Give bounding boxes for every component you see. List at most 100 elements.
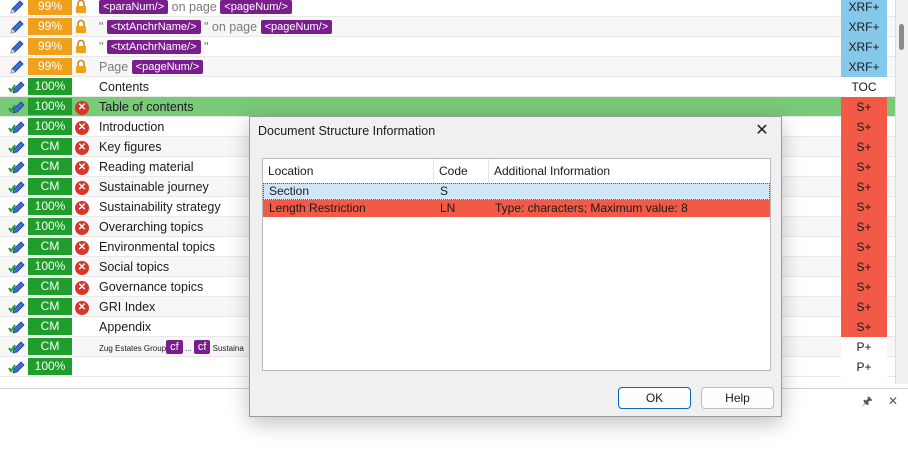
dialog-title: Document Structure Information: [258, 124, 436, 138]
match-percent-badge: CM: [28, 238, 72, 255]
source-text[interactable]: Environmental topics: [99, 237, 215, 257]
structure-code-cell[interactable]: TOC: [841, 77, 887, 97]
scrollbar-thumb[interactable]: [899, 24, 904, 50]
structure-code-cell[interactable]: P+: [841, 337, 887, 357]
source-fragment: ...: [182, 344, 194, 353]
list-row-length-restriction[interactable]: Length Restriction LN Type: characters; …: [263, 200, 770, 217]
error-icon: ✕: [75, 259, 91, 275]
segment-row[interactable]: 99% <paraNum/> on page <pageNum/> XRF+: [0, 0, 895, 17]
cell-info: [489, 183, 770, 200]
source-text[interactable]: Contents: [99, 77, 149, 97]
source-text[interactable]: Reading material: [99, 157, 194, 177]
segment-row[interactable]: 99% " <txtAnchrName/> " on page <pageNum/…: [0, 17, 895, 37]
source-fragment: Social topics: [99, 260, 170, 274]
tag-placeholder: <paraNum/>: [99, 0, 169, 14]
match-percent-badge: CM: [28, 158, 72, 175]
source-fragment: Environmental topics: [99, 240, 216, 254]
source-text[interactable]: Zug Estates Group cf ... cf Sustaina: [99, 337, 244, 357]
lock-icon: [75, 19, 91, 35]
tag-placeholder: <pageNum/>: [260, 20, 333, 34]
close-icon[interactable]: ✕: [888, 394, 898, 408]
structure-code-cell[interactable]: S+: [841, 117, 887, 137]
structure-code-cell[interactable]: S+: [841, 297, 887, 317]
source-text[interactable]: Key figures: [99, 137, 162, 157]
column-header-location[interactable]: Location: [263, 159, 434, 183]
structure-code-cell[interactable]: XRF+: [841, 0, 887, 17]
segment-row[interactable]: 99% Page <pageNum/> XRF+: [0, 57, 895, 77]
cell-info: Type: characters; Maximum value: 8: [495, 201, 688, 215]
source-text[interactable]: Overarching topics: [99, 217, 203, 237]
source-text[interactable]: " <txtAnchrName/> " on page <pageNum/>: [99, 17, 333, 37]
match-percent-badge: 100%: [28, 258, 72, 275]
structure-code-cell[interactable]: S+: [841, 97, 887, 117]
source-text[interactable]: GRI Index: [99, 297, 155, 317]
source-text[interactable]: Page <pageNum/>: [99, 57, 204, 77]
structure-code-cell[interactable]: S+: [841, 257, 887, 277]
help-button[interactable]: Help: [701, 387, 774, 409]
error-icon: ✕: [75, 219, 91, 235]
structure-code-cell[interactable]: XRF+: [841, 37, 887, 57]
grid-vertical-scrollbar[interactable]: [895, 0, 908, 384]
structure-code-cell[interactable]: S+: [841, 317, 887, 337]
structure-code-cell[interactable]: P+: [841, 357, 887, 377]
match-percent-badge: CM: [28, 138, 72, 155]
tag-placeholder: cf: [193, 340, 211, 354]
column-header-additional-info[interactable]: Additional Information: [489, 159, 770, 183]
tag-placeholder: cf: [166, 340, 183, 354]
list-row-section[interactable]: Section S: [263, 183, 770, 200]
confirmed-pencil-icon: [8, 119, 26, 135]
structure-list-view[interactable]: Location Code Additional Information Sec…: [262, 158, 771, 371]
structure-code-cell[interactable]: S+: [841, 197, 887, 217]
source-text[interactable]: Governance topics: [99, 277, 203, 297]
cell-location: Section: [269, 184, 310, 198]
pin-icon[interactable]: 🖈︎: [861, 394, 872, 408]
match-percent-badge: 100%: [28, 358, 72, 375]
error-icon: ✕: [75, 239, 91, 255]
cell-code: LN: [440, 201, 456, 215]
structure-code-cell[interactable]: S+: [841, 177, 887, 197]
column-header-code[interactable]: Code: [434, 159, 489, 183]
error-icon: ✕: [75, 279, 91, 295]
structure-code-cell[interactable]: S+: [841, 217, 887, 237]
source-fragment: Appendix: [99, 320, 152, 334]
lock-icon: [75, 59, 91, 75]
source-text[interactable]: Social topics: [99, 257, 169, 277]
segment-row[interactable]: 100% ✕ Table of contents S+: [0, 97, 895, 117]
segment-row[interactable]: 100% Contents TOC: [0, 77, 895, 97]
error-icon: ✕: [75, 139, 91, 155]
match-percent-badge: CM: [28, 318, 72, 335]
source-text[interactable]: Appendix: [99, 317, 151, 337]
edit-pencil-icon: [8, 0, 26, 15]
source-text[interactable]: <paraNum/> on page <pageNum/>: [99, 0, 292, 17]
source-text[interactable]: Introduction: [99, 117, 164, 137]
source-text[interactable]: Table of contents: [99, 97, 194, 117]
ok-button[interactable]: OK: [618, 387, 691, 409]
source-fragment: GRI Index: [99, 300, 156, 314]
structure-code-cell[interactable]: S+: [841, 277, 887, 297]
error-icon: ✕: [75, 179, 91, 195]
error-icon: ✕: [75, 199, 91, 215]
source-text[interactable]: " <txtAnchrName/> ": [99, 37, 208, 57]
source-fragment: Sustainable journey: [99, 180, 209, 194]
structure-code-cell[interactable]: S+: [841, 157, 887, 177]
confirmed-pencil-icon: [8, 179, 26, 195]
source-fragment: Introduction: [99, 120, 165, 134]
structure-code-cell[interactable]: XRF+: [841, 17, 887, 37]
source-text[interactable]: Sustainable journey: [99, 177, 209, 197]
match-percent-badge: CM: [28, 298, 72, 315]
segment-row[interactable]: 99% " <txtAnchrName/> " XRF+: [0, 37, 895, 57]
cell-code: S: [440, 184, 449, 198]
confirmed-pencil-icon: [8, 99, 26, 115]
dialog-close-button[interactable]: ✕: [749, 120, 775, 142]
structure-code-cell[interactable]: XRF+: [841, 57, 887, 77]
structure-code-cell[interactable]: S+: [841, 137, 887, 157]
source-fragment: ": [99, 40, 107, 54]
structure-code-cell[interactable]: S+: [841, 237, 887, 257]
source-text[interactable]: Sustainability strategy: [99, 197, 221, 217]
confirmed-pencil-icon: [8, 259, 26, 275]
source-fragment: Overarching topics: [99, 220, 204, 234]
confirmed-pencil-icon: [8, 239, 26, 255]
tag-placeholder: <pageNum/>: [131, 60, 204, 74]
match-percent-badge: CM: [28, 338, 72, 355]
document-structure-dialog: Document Structure Information ✕ Locatio…: [249, 116, 782, 417]
